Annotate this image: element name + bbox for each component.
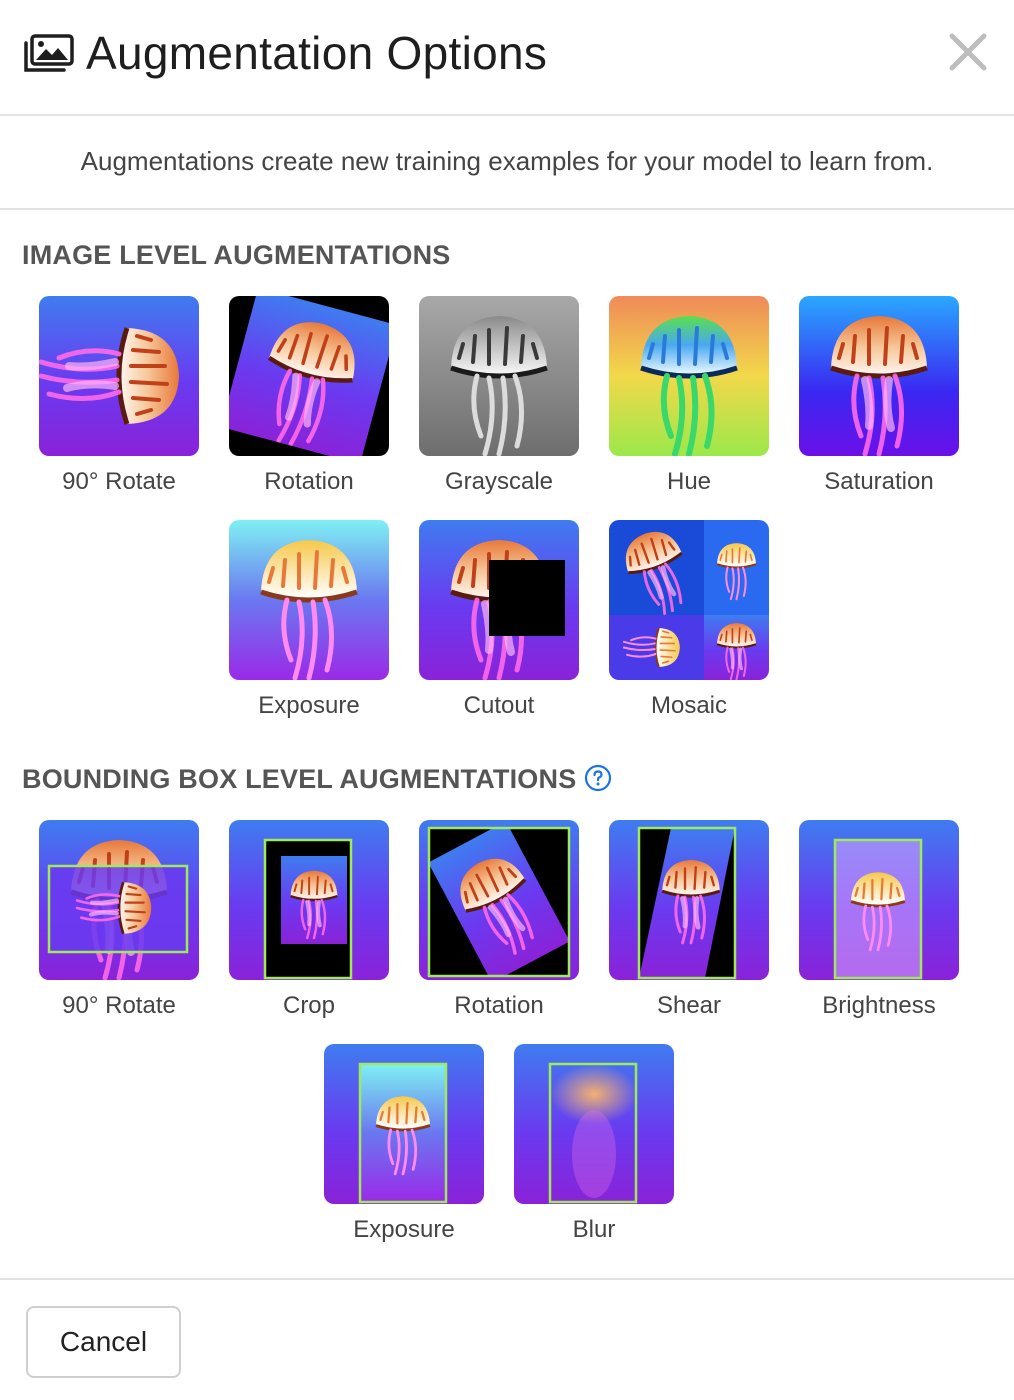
image-aug-exposure[interactable]: Exposure xyxy=(229,520,389,725)
image-aug-thumbnail xyxy=(609,520,769,680)
image-aug-rotation[interactable]: Rotation xyxy=(229,296,389,501)
bbox-aug-thumbnail xyxy=(609,820,769,980)
modal-title: Augmentation Options xyxy=(86,27,548,79)
image-aug-thumbnail xyxy=(229,520,389,680)
image-aug-grayscale[interactable]: Grayscale xyxy=(419,296,579,501)
aug-label: Exposure xyxy=(353,1216,455,1243)
description-text: Augmentations create new training exampl… xyxy=(80,146,934,176)
aug-label: Rotation xyxy=(264,468,354,495)
aug-label: Crop xyxy=(282,992,336,1019)
image-aug-thumbnail xyxy=(609,296,769,456)
aug-label: 90° Rotate xyxy=(62,468,176,495)
image-level-section-title: IMAGE LEVEL AUGMENTATIONS xyxy=(22,240,451,270)
modal-footer: Cancel xyxy=(0,1278,1014,1400)
image-aug-saturation[interactable]: Saturation xyxy=(799,296,959,501)
bbox-aug-thumbnail xyxy=(514,1044,674,1204)
bbox-aug-crop[interactable]: Crop xyxy=(229,820,389,1025)
aug-label: Mosaic xyxy=(650,692,728,719)
aug-label: Saturation xyxy=(824,468,934,495)
bbox-aug-brightness[interactable]: Brightness xyxy=(799,820,959,1025)
description-bar: Augmentations create new training exampl… xyxy=(0,116,1014,210)
image-aug-mosaic[interactable]: Mosaic xyxy=(609,520,769,725)
aug-label: Exposure xyxy=(258,692,360,719)
question-circle-icon[interactable] xyxy=(584,764,612,792)
modal-header: Augmentation Options xyxy=(0,0,1014,116)
augmentation-options-modal: Augmentation Options Augmentations creat… xyxy=(0,0,1014,1400)
cancel-button[interactable]: Cancel xyxy=(26,1306,181,1378)
bbox-aug-thumbnail xyxy=(799,820,959,980)
aug-label: Rotation xyxy=(454,992,544,1019)
bbox-level-section-title: BOUNDING BOX LEVEL AUGMENTATIONS xyxy=(22,764,612,795)
image-aug-90-rotate[interactable]: 90° Rotate xyxy=(39,296,199,501)
bbox-aug-90-rotate[interactable]: 90° Rotate xyxy=(39,820,199,1025)
aug-label: Grayscale xyxy=(444,468,554,495)
image-aug-cutout[interactable]: Cutout xyxy=(419,520,579,725)
aug-label: Hue xyxy=(666,468,712,495)
image-aug-hue[interactable]: Hue xyxy=(609,296,769,501)
bbox-aug-thumbnail xyxy=(324,1044,484,1204)
image-aug-thumbnail xyxy=(39,296,199,456)
bbox-level-title-text: BOUNDING BOX LEVEL AUGMENTATIONS xyxy=(22,764,577,794)
bbox-aug-thumbnail xyxy=(39,820,199,980)
bbox-aug-blur[interactable]: Blur xyxy=(514,1044,674,1249)
aug-label: Cutout xyxy=(463,692,535,719)
close-icon[interactable] xyxy=(944,28,992,76)
aug-label: Brightness xyxy=(822,992,936,1019)
image-aug-thumbnail xyxy=(229,296,389,456)
aug-label: Shear xyxy=(656,992,722,1019)
bbox-aug-thumbnail xyxy=(229,820,389,980)
bbox-aug-rotation[interactable]: Rotation xyxy=(419,820,579,1025)
bbox-aug-exposure[interactable]: Exposure xyxy=(324,1044,484,1249)
aug-label: 90° Rotate xyxy=(62,992,176,1019)
images-icon xyxy=(22,34,74,74)
image-aug-thumbnail xyxy=(419,296,579,456)
bbox-aug-thumbnail xyxy=(419,820,579,980)
image-aug-thumbnail xyxy=(419,520,579,680)
aug-label: Blur xyxy=(572,1216,616,1243)
bbox-aug-shear[interactable]: Shear xyxy=(609,820,769,1025)
image-aug-thumbnail xyxy=(799,296,959,456)
